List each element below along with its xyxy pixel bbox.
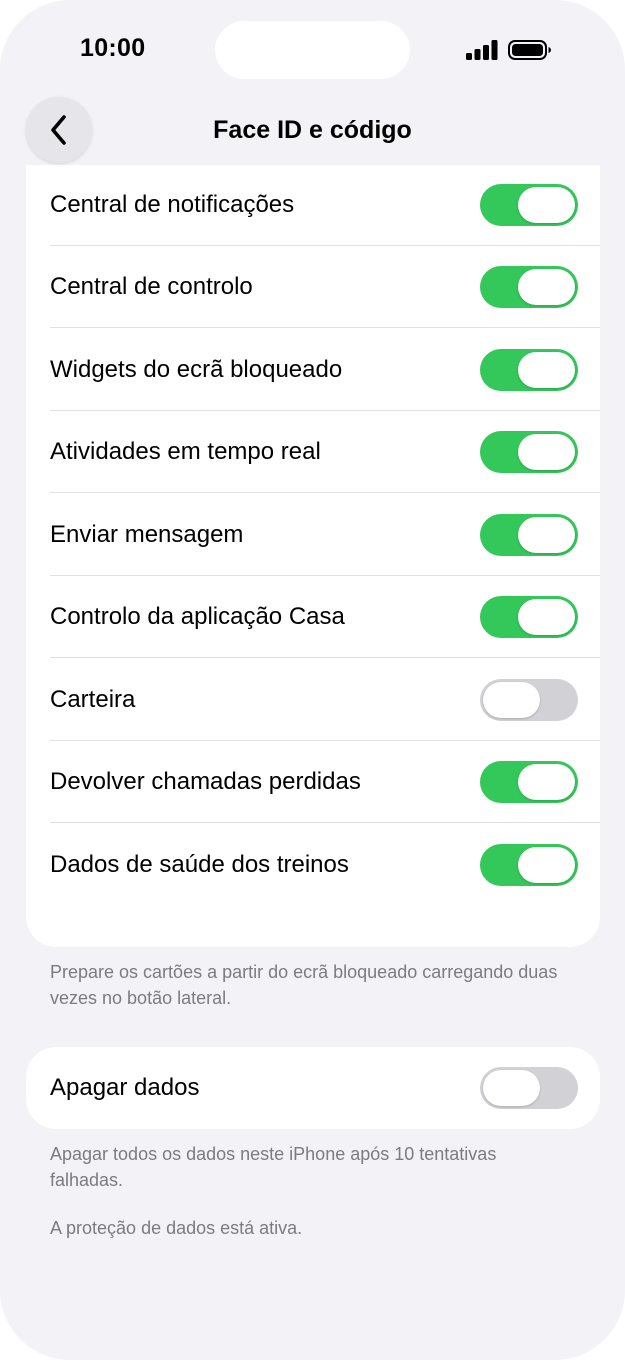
row-label: Widgets do ecrã bloqueado <box>50 355 343 383</box>
erase-data-toggle[interactable] <box>480 1067 578 1109</box>
battery-icon <box>508 40 551 60</box>
toggle-switch[interactable] <box>480 431 578 473</box>
toggle-switch[interactable] <box>480 678 578 721</box>
navigation-bar: Face ID e código <box>0 80 625 165</box>
settings-row-erase-data: Apagar dados <box>26 1047 600 1129</box>
dynamic-island <box>215 21 410 79</box>
erase-data-footnote: Apagar todos os dados neste iPhone após … <box>50 1144 497 1190</box>
toggle-switch[interactable] <box>480 843 578 886</box>
row-label: Central de notificações <box>50 190 295 218</box>
cellular-signal-icon <box>466 40 498 60</box>
data-protection-footnote: A proteção de dados está ativa. <box>50 1218 303 1238</box>
toggle-knob <box>518 269 575 305</box>
status-time: 10:00 <box>80 34 146 62</box>
toggle-knob <box>518 516 575 553</box>
row-label: Dados de saúde dos treinos <box>50 850 349 878</box>
row-label: Enviar mensagem <box>50 520 244 548</box>
settings-row: Enviar mensagem <box>26 494 600 576</box>
toggle-switch[interactable] <box>480 513 578 556</box>
row-label: Central de controlo <box>50 273 253 300</box>
toggle-knob <box>518 186 575 223</box>
toggle-switch[interactable] <box>480 348 578 391</box>
settings-row: Atividades em tempo real <box>26 411 600 493</box>
toggle-knob <box>518 434 575 470</box>
toggle-knob <box>518 764 575 800</box>
toggle-switch[interactable] <box>480 266 578 308</box>
lock-screen-footnote: Prepare os cartões a partir do ecrã bloq… <box>50 962 558 1008</box>
toggle-knob <box>483 681 540 718</box>
row-label: Apagar dados <box>50 1074 200 1101</box>
erase-data-group: Apagar dados <box>26 1047 600 1129</box>
settings-row: Devolver chamadas perdidas <box>26 741 600 823</box>
toggle-switch[interactable] <box>480 183 578 226</box>
row-label: Atividades em tempo real <box>50 438 321 465</box>
row-label: Carteira <box>50 685 136 713</box>
toggle-knob <box>518 599 575 635</box>
lock-screen-access-group: Pesquisa e vista HojeCentral de notifica… <box>26 101 600 947</box>
phone-screen: 10:00 Pesquisa e vista HojeCentral de no… <box>0 0 625 1360</box>
toggle-switch[interactable] <box>480 596 578 638</box>
settings-row: Controlo da aplicação Casa <box>26 576 600 658</box>
page-title: Face ID e código <box>213 116 412 144</box>
row-label: Devolver chamadas perdidas <box>50 768 361 795</box>
toggle-knob <box>518 846 575 883</box>
toggle-knob <box>518 351 575 388</box>
row-label: Controlo da aplicação Casa <box>50 603 345 630</box>
settings-row: Central de controlo <box>26 246 600 328</box>
settings-row: Widgets do ecrã bloqueado <box>26 329 600 411</box>
settings-row: Carteira <box>26 659 600 741</box>
toggle-switch[interactable] <box>480 761 578 803</box>
settings-row: Dados de saúde dos treinos <box>26 824 600 906</box>
toggle-knob <box>483 1070 540 1106</box>
settings-row: Central de notificações <box>26 164 600 246</box>
